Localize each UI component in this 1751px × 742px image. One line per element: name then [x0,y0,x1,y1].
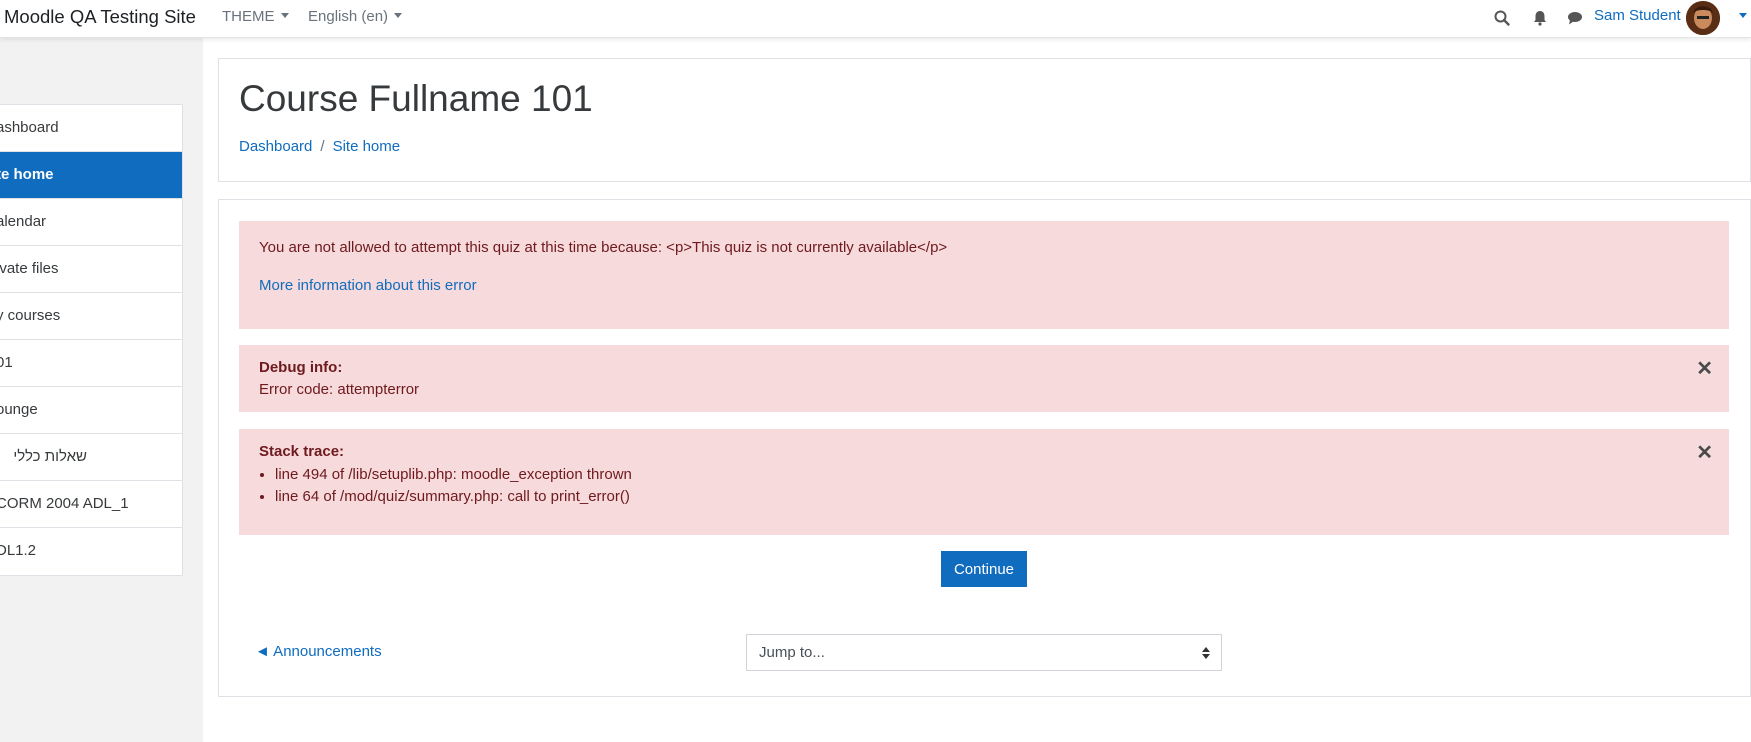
debug-alert: Debug info: Error code: attempterror ✕ [239,345,1729,412]
theme-menu[interactable]: THEME [222,8,289,25]
top-navbar: Moodle QA Testing Site THEME English (en… [0,0,1751,38]
stack-alert: Stack trace: line 494 of /lib/setuplib.p… [239,429,1729,535]
debug-error-code: Error code: attempterror [259,381,420,398]
sidebar-item-general-questions[interactable]: שאלות כללי [0,434,182,481]
bell-icon[interactable] [1531,9,1549,27]
language-menu-label: English (en) [308,8,389,25]
nav-list: ashboard te home alendar ivate files y c… [0,104,183,576]
chevron-down-icon [394,13,403,19]
avatar[interactable] [1686,1,1720,35]
page-header: Course Fullname 101 Dashboard / Site home [218,58,1751,182]
continue-button[interactable]: Continue [941,551,1027,587]
breadcrumb-separator: / [320,138,325,155]
sidebar-item-dashboard[interactable]: ashboard [0,105,182,152]
nav-drawer: ashboard te home alendar ivate files y c… [0,38,203,742]
breadcrumb-site-home[interactable]: Site home [333,138,401,155]
sidebar-item-course-101[interactable]: 01 [0,340,182,387]
close-icon[interactable]: ✕ [1696,356,1713,381]
sidebar-item-lounge[interactable]: ounge [0,387,182,434]
theme-menu-label: THEME [222,8,275,25]
more-info-link[interactable]: More information about this error [259,277,477,294]
user-menu-chevron-icon[interactable] [1739,13,1747,18]
chat-icon[interactable] [1566,9,1584,27]
debug-title: Debug info: [259,359,343,376]
stack-line: line 64 of /mod/quiz/summary.php: call t… [275,486,632,508]
sidebar-item-scorm-2004[interactable]: CORM 2004 ADL_1 [0,481,182,528]
sidebar-item-calendar[interactable]: alendar [0,199,182,246]
prev-activity-link[interactable]: ◄ Announcements [255,643,382,660]
sidebar-item-private-files[interactable]: ivate files [0,246,182,293]
language-menu[interactable]: English (en) [308,8,403,25]
main-content: You are not allowed to attempt this quiz… [218,199,1751,697]
select-arrows-icon [1202,647,1210,659]
stack-list: line 494 of /lib/setuplib.php: moodle_ex… [275,464,632,508]
chevron-down-icon [280,13,289,19]
close-icon[interactable]: ✕ [1696,440,1713,465]
breadcrumb: Dashboard / Site home [239,138,400,155]
site-brand[interactable]: Moodle QA Testing Site [4,6,196,28]
user-menu-name[interactable]: Sam Student [1594,7,1681,24]
search-icon[interactable] [1493,9,1511,27]
jump-to-label: Jump to... [759,644,825,661]
stack-title: Stack trace: [259,443,345,460]
sidebar-item-adl12[interactable]: DL1.2 [0,528,182,575]
sidebar-item-my-courses[interactable]: y courses [0,293,182,340]
error-message: You are not allowed to attempt this quiz… [259,239,948,256]
sidebar-item-site-home[interactable]: te home [0,152,182,199]
error-alert: You are not allowed to attempt this quiz… [239,221,1729,329]
stack-line: line 494 of /lib/setuplib.php: moodle_ex… [275,464,632,486]
breadcrumb-dashboard[interactable]: Dashboard [239,138,312,155]
page-title: Course Fullname 101 [239,78,593,119]
jump-to-select[interactable]: Jump to... [746,634,1222,671]
